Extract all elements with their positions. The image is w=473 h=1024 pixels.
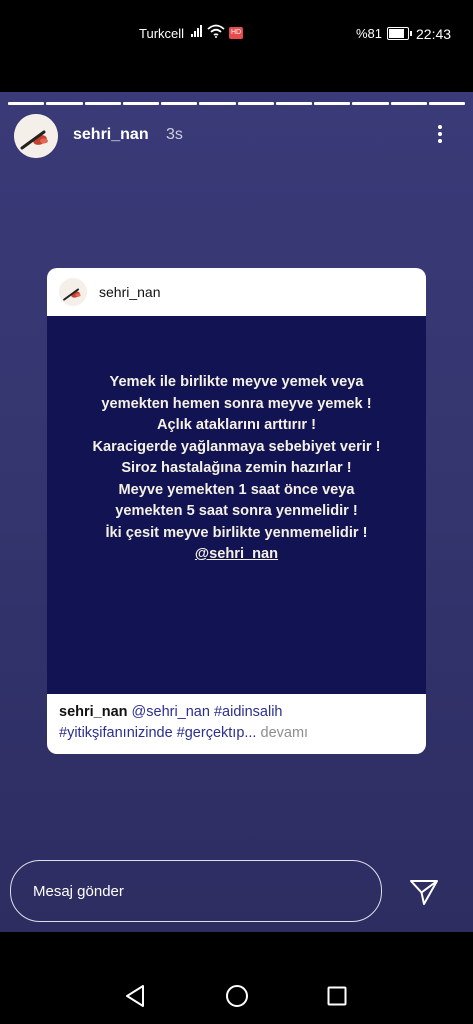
caption-tags-line2: #yitikşifanınizinde #gerçektıp... bbox=[59, 725, 257, 741]
story-username[interactable]: sehri_nan bbox=[73, 126, 149, 144]
message-box[interactable] bbox=[10, 860, 382, 922]
story-progress-segment bbox=[390, 102, 427, 105]
shared-post-caption: sehri_nan @sehri_nan #aidinsalih #yitikş… bbox=[59, 702, 419, 744]
story-progress-segment bbox=[161, 102, 198, 105]
wifi-icon bbox=[207, 24, 225, 38]
post-mention: @sehri_nan bbox=[194, 546, 279, 562]
recent-square-icon[interactable] bbox=[327, 986, 347, 1006]
post-text-line: Siroz hastalağına zemin hazırlar ! bbox=[121, 460, 352, 476]
hd-badge: HD bbox=[229, 27, 243, 39]
shared-post-text: Yemek ile birlikte meyve yemek veya yeme… bbox=[57, 372, 416, 566]
shared-post-card[interactable]: sehri_nan Yemek ile birlikte meyve yemek… bbox=[47, 268, 426, 754]
more-vertical-icon[interactable] bbox=[430, 122, 450, 152]
post-text-line: yemekten hemen sonra meyve yemek ! bbox=[101, 395, 372, 412]
story-progress-segment bbox=[122, 102, 159, 105]
status-bar: Turkcell HD %81 22:43 bbox=[0, 0, 473, 70]
avatar[interactable] bbox=[14, 114, 58, 158]
story-progress-segment bbox=[275, 102, 312, 105]
signal-icon bbox=[191, 25, 202, 37]
post-text-line: Meyve yemekten 1 saat önce veya bbox=[118, 481, 355, 498]
caption-username: sehri_nan bbox=[59, 704, 128, 720]
shared-post-image: Yemek ile birlikte meyve yemek veya yeme… bbox=[47, 316, 426, 694]
battery-fill bbox=[389, 29, 404, 38]
story-progress-segment bbox=[314, 102, 351, 105]
post-text-line: Karacigerde yağlanmaya sebebiyet verir ! bbox=[92, 438, 381, 455]
avatar-image bbox=[14, 114, 58, 158]
carrier-name: Turkcell bbox=[139, 26, 185, 41]
shared-post-avatar-image bbox=[59, 278, 87, 306]
caption-more-link[interactable]: devamı bbox=[261, 725, 309, 741]
post-text-line: İki çesit meyve birlikte yenmemelidir ! bbox=[105, 524, 368, 541]
story-viewer[interactable]: sehri_nan 3s sehri_nan Yemek ile birlikt… bbox=[0, 92, 473, 932]
clock: 22:43 bbox=[416, 26, 452, 42]
message-input[interactable] bbox=[31, 879, 355, 903]
story-progress-segment bbox=[199, 102, 236, 105]
caption-tags-line1: @sehri_nan #aidinsalih bbox=[131, 704, 283, 720]
story-progress-segment bbox=[84, 102, 121, 105]
battery-icon bbox=[387, 27, 412, 40]
battery-percent: %81 bbox=[356, 26, 383, 41]
system-navigation-bar bbox=[0, 932, 473, 1024]
story-progress-bar bbox=[8, 102, 465, 105]
story-age: 3s bbox=[166, 126, 183, 143]
shared-post-username: sehri_nan bbox=[99, 284, 161, 300]
story-progress-segment bbox=[8, 102, 45, 105]
story-progress-segment bbox=[428, 102, 465, 105]
send-icon[interactable] bbox=[408, 876, 440, 908]
home-circle-icon[interactable] bbox=[225, 984, 249, 1008]
back-triangle-icon[interactable] bbox=[124, 984, 146, 1008]
post-text-line: yemekten 5 saat sonra yenmelidir ! bbox=[115, 503, 358, 519]
post-text-line: Yemek ile birlikte meyve yemek veya bbox=[109, 374, 364, 390]
shared-post-avatar bbox=[59, 278, 87, 306]
story-progress-segment bbox=[352, 102, 389, 105]
shared-post-header: sehri_nan bbox=[47, 268, 426, 316]
story-progress-segment bbox=[46, 102, 83, 105]
story-progress-segment bbox=[237, 102, 274, 105]
post-text-line: Açlık ataklarını arttırır ! bbox=[157, 417, 316, 433]
